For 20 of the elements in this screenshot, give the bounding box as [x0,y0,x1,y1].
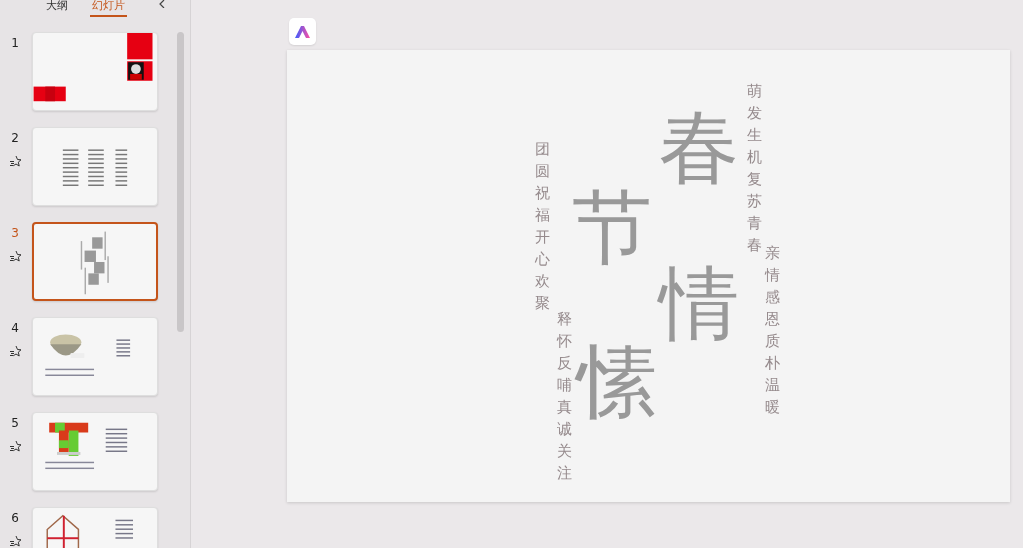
chevron-left-icon[interactable] [158,0,166,8]
vertical-phrase: 释怀反哺真诚关注 [557,309,572,484]
assistant-button[interactable] [289,18,316,45]
slide-number: 3 [11,226,19,240]
vertical-phrase: 萌发生机复苏青春 [747,81,762,256]
title-character: 情 [659,264,739,344]
slide-thumbnail[interactable] [32,222,158,301]
vertical-phrase: 亲情感恩质朴温暖 [765,243,780,418]
slide-number: 4 [11,321,19,335]
scrollbar-thumb[interactable] [177,32,184,332]
logo-icon [295,25,310,38]
panel-tab[interactable]: 幻灯片 [90,0,127,17]
slide-number: 5 [11,416,19,430]
title-character: 春 [659,108,739,188]
panel-tab[interactable]: 大纲 [44,0,70,17]
slide-number: 2 [11,131,19,145]
vertical-phrase: 团圆祝福开心欢聚 [535,139,550,314]
slide-number: 1 [11,36,19,50]
title-character: 节 [572,188,652,268]
slide-number: 6 [11,511,19,525]
